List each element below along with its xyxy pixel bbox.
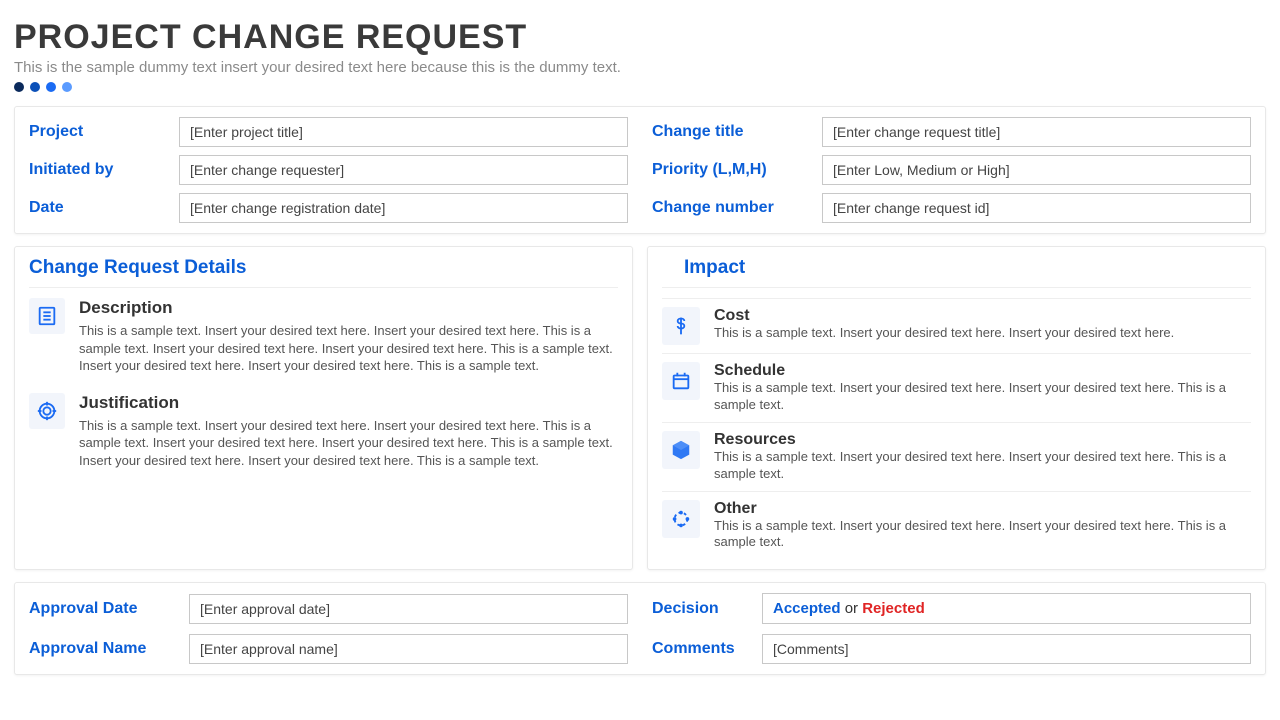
resources-title: Resources <box>714 431 1251 449</box>
change-title-field[interactable]: [Enter change request title] <box>822 117 1251 147</box>
schedule-body: This is a sample text. Insert your desir… <box>714 380 1251 414</box>
description-title: Description <box>79 298 618 318</box>
comments-label: Comments <box>652 640 762 658</box>
approval-left: Approval Date [Enter approval date] Appr… <box>29 593 628 664</box>
top-form-right: Change title [Enter change request title… <box>652 117 1251 223</box>
list-icon <box>29 298 65 334</box>
page-subtitle: This is the sample dummy text insert you… <box>14 59 1266 76</box>
box-icon <box>662 431 700 469</box>
project-field[interactable]: [Enter project title] <box>179 117 628 147</box>
impact-cost: Cost This is a sample text. Insert your … <box>662 298 1251 353</box>
impact-heading: Impact <box>662 257 1251 288</box>
justification-item: Justification This is a sample text. Ins… <box>29 393 618 470</box>
priority-label: Priority (L,M,H) <box>652 161 812 179</box>
top-form-card: Project [Enter project title] Initiated … <box>14 106 1266 234</box>
details-heading: Change Request Details <box>29 257 618 288</box>
description-body: This is a sample text. Insert your desir… <box>79 322 618 375</box>
date-field[interactable]: [Enter change registration date] <box>179 193 628 223</box>
project-label: Project <box>29 123 169 141</box>
accent-dots <box>14 82 1266 92</box>
change-number-field[interactable]: [Enter change request id] <box>822 193 1251 223</box>
target-icon <box>29 393 65 429</box>
circle-nodes-icon <box>662 500 700 538</box>
schedule-title: Schedule <box>714 362 1251 380</box>
decision-value[interactable]: Accepted or Rejected <box>762 593 1251 624</box>
other-body: This is a sample text. Insert your desir… <box>714 518 1251 552</box>
dot-icon <box>46 82 56 92</box>
decision-label: Decision <box>652 600 762 618</box>
header: PROJECT CHANGE REQUEST This is the sampl… <box>14 18 1266 92</box>
dollar-icon <box>662 307 700 345</box>
resources-body: This is a sample text. Insert your desir… <box>714 449 1251 483</box>
page-title: PROJECT CHANGE REQUEST <box>14 18 1266 57</box>
dot-icon <box>14 82 24 92</box>
comments-field[interactable]: [Comments] <box>762 634 1251 664</box>
justification-body: This is a sample text. Insert your desir… <box>79 417 618 470</box>
other-title: Other <box>714 500 1251 518</box>
dot-icon <box>62 82 72 92</box>
impact-resources: Resources This is a sample text. Insert … <box>662 422 1251 491</box>
approval-date-label: Approval Date <box>29 600 189 618</box>
calendar-icon <box>662 362 700 400</box>
cost-body: This is a sample text. Insert your desir… <box>714 325 1174 342</box>
approval-date-field[interactable]: [Enter approval date] <box>189 594 628 624</box>
approval-card: Approval Date [Enter approval date] Appr… <box>14 582 1266 675</box>
justification-title: Justification <box>79 393 618 413</box>
change-number-label: Change number <box>652 199 812 217</box>
impact-card: Impact Cost This is a sample text. Inser… <box>647 246 1266 570</box>
top-form-left: Project [Enter project title] Initiated … <box>29 117 628 223</box>
date-label: Date <box>29 199 169 217</box>
decision-accepted: Accepted <box>773 600 841 617</box>
approval-right: Decision Accepted or Rejected Comments [… <box>652 593 1251 664</box>
initiated-by-field[interactable]: [Enter change requester] <box>179 155 628 185</box>
decision-rejected: Rejected <box>862 600 925 617</box>
approval-name-label: Approval Name <box>29 640 189 658</box>
description-item: Description This is a sample text. Inser… <box>29 298 618 375</box>
approval-name-field[interactable]: [Enter approval name] <box>189 634 628 664</box>
impact-other: Other This is a sample text. Insert your… <box>662 491 1251 560</box>
decision-or: or <box>841 600 863 617</box>
change-request-details-card: Change Request Details Description This … <box>14 246 633 570</box>
impact-schedule: Schedule This is a sample text. Insert y… <box>662 353 1251 422</box>
change-title-label: Change title <box>652 123 812 141</box>
dot-icon <box>30 82 40 92</box>
priority-field[interactable]: [Enter Low, Medium or High] <box>822 155 1251 185</box>
initiated-by-label: Initiated by <box>29 161 169 179</box>
cost-title: Cost <box>714 307 1174 325</box>
